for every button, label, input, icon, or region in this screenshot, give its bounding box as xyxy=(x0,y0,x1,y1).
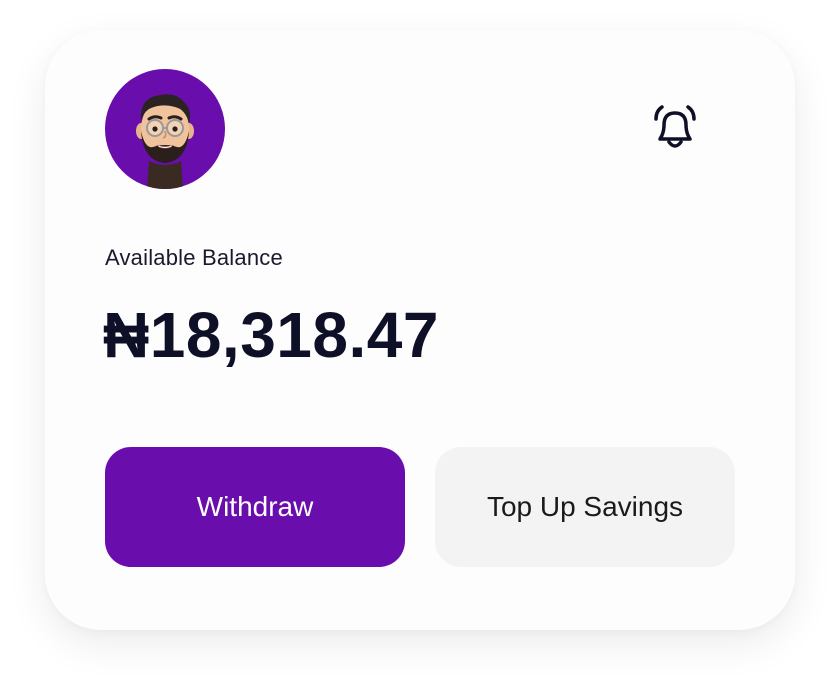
balance-amount: ₦18,318.47 xyxy=(103,299,439,371)
balance-label: Available Balance xyxy=(105,245,283,270)
top-up-savings-button[interactable]: Top Up Savings xyxy=(435,447,735,567)
withdraw-button[interactable]: Withdraw xyxy=(105,447,405,567)
bell-icon xyxy=(654,105,696,148)
avatar[interactable] xyxy=(105,69,225,189)
notification-button[interactable] xyxy=(645,98,705,158)
memoji-avatar-icon xyxy=(136,94,194,189)
balance-card: Available Balance ₦18,318.47 Withdraw To… xyxy=(45,30,795,630)
